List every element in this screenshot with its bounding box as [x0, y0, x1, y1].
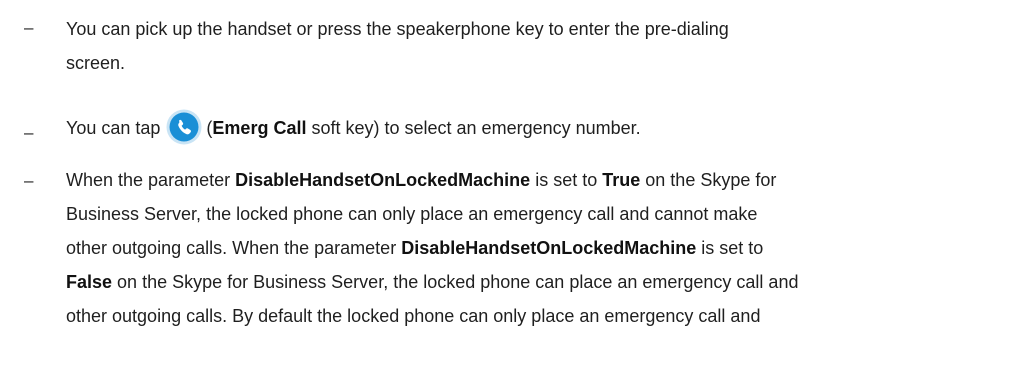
text-fragment: on the Skype for Business Server, the lo…: [117, 272, 799, 292]
text-fragment: on the Skype for: [645, 170, 777, 190]
list-item-text: When the parameter DisableHandsetOnLocke…: [66, 163, 1016, 333]
parameter-name: DisableHandsetOnLockedMachine: [401, 238, 697, 258]
softkey-label: Emerg Call: [212, 118, 307, 138]
text-line: Business Server, the locked phone can on…: [66, 204, 758, 224]
text-fragment: is set to: [701, 238, 764, 258]
text-line: When the parameter DisableHandsetOnLocke…: [66, 163, 1016, 197]
parameter-value-true: True: [602, 170, 641, 190]
text-fragment: other outgoing calls. When the parameter: [66, 238, 397, 258]
text-line: other outgoing calls. When the parameter…: [66, 231, 1016, 265]
document-page: – You can pick up the handset or press t…: [0, 0, 1027, 367]
phone-call-icon[interactable]: [166, 109, 202, 145]
text-fragment: is set to: [535, 170, 598, 190]
list-item-text: You can tap (Emerg Call soft key) to sel…: [66, 107, 1016, 149]
text-line: False on the Skype for Business Server, …: [66, 265, 1016, 299]
text-line: screen.: [66, 53, 126, 73]
list-bullet-dash: –: [24, 18, 34, 37]
text-line: You can pick up the handset or press the…: [66, 19, 729, 39]
text-line: other outgoing calls. By default the loc…: [66, 306, 761, 326]
text-fragment: soft key) to select an emergency number.: [311, 118, 641, 138]
text-fragment: You can tap: [66, 118, 161, 138]
text-fragment: When the parameter: [66, 170, 231, 190]
parameter-name: DisableHandsetOnLockedMachine: [235, 170, 531, 190]
list-bullet-dash: –: [24, 123, 34, 142]
list-item-text: You can pick up the handset or press the…: [66, 12, 1016, 80]
parameter-value-false: False: [66, 272, 113, 292]
list-bullet-dash: –: [24, 171, 34, 190]
